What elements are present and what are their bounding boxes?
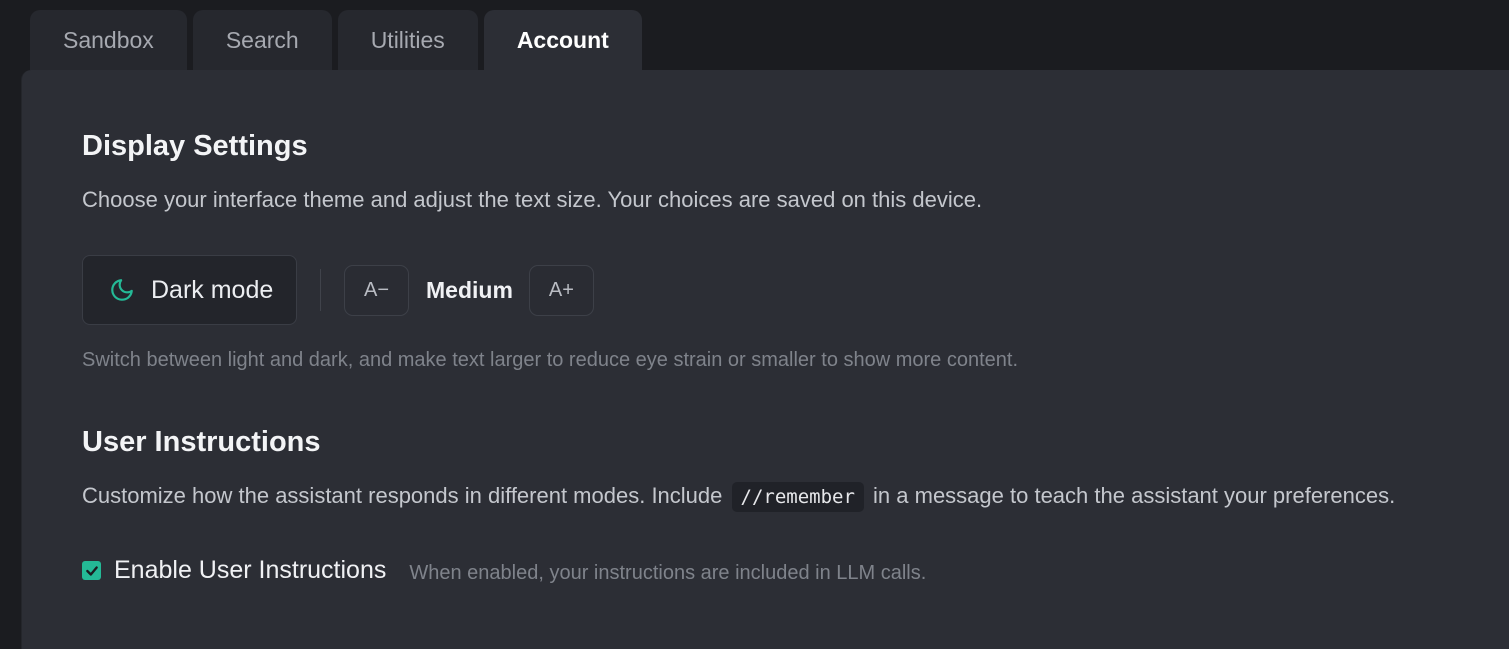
divider (320, 269, 321, 311)
enable-user-instructions-label[interactable]: Enable User Instructions (114, 556, 386, 585)
moon-icon (109, 277, 135, 303)
enable-user-instructions-hint: When enabled, your instructions are incl… (409, 562, 927, 584)
description-text-after: in a message to teach the assistant your… (873, 483, 1396, 508)
user-instructions-description: Customize how the assistant responds in … (82, 482, 1396, 512)
enable-user-instructions-checkbox[interactable] (82, 561, 101, 580)
tab-bar: Sandbox Search Utilities Account (30, 10, 642, 71)
display-settings-description: Choose your interface theme and adjust t… (82, 187, 983, 212)
display-controls: Dark mode A− Medium A+ (82, 255, 594, 325)
dark-mode-toggle-button[interactable]: Dark mode (82, 255, 297, 325)
user-instructions-title: User Instructions (82, 426, 321, 458)
text-size-value: Medium (426, 276, 513, 303)
account-panel: Display Settings Choose your interface t… (21, 70, 1509, 649)
tab-account[interactable]: Account (483, 10, 642, 71)
tab-utilities[interactable]: Utilities (337, 10, 478, 71)
display-settings-hint: Switch between light and dark, and make … (82, 349, 1019, 371)
enable-user-instructions-row: Enable User Instructions When enabled, y… (82, 556, 926, 585)
tab-search[interactable]: Search (192, 10, 332, 71)
dark-mode-label: Dark mode (151, 275, 274, 304)
decrease-text-size-button[interactable]: A− (344, 264, 409, 316)
app-window: Sandbox Search Utilities Account Display… (0, 0, 1509, 649)
remember-command-code: //remember (731, 482, 864, 512)
tab-sandbox[interactable]: Sandbox (30, 10, 187, 71)
description-text-before: Customize how the assistant responds in … (82, 483, 723, 508)
increase-text-size-button[interactable]: A+ (528, 264, 594, 316)
checkmark-icon (85, 565, 98, 576)
display-settings-title: Display Settings (82, 130, 308, 162)
